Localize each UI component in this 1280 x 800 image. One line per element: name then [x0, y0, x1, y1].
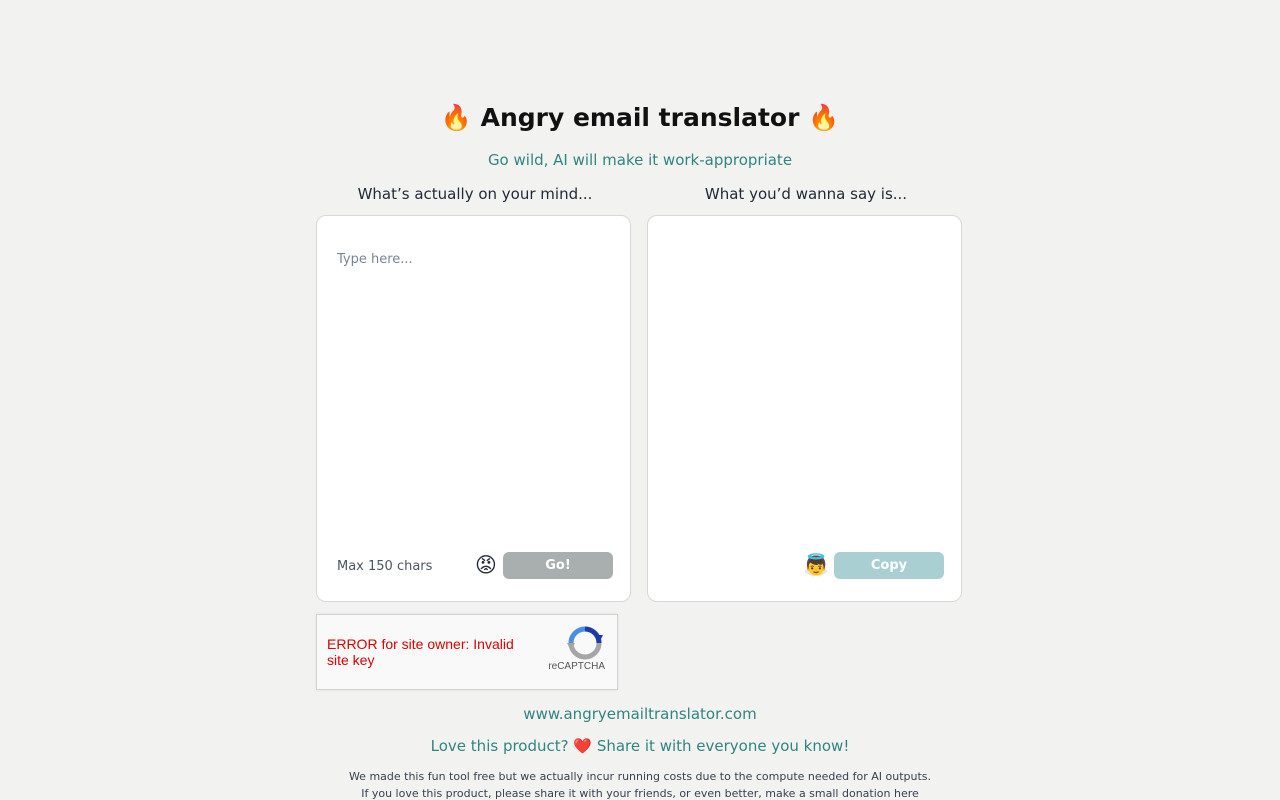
input-panel: Max 150 chars 😡 Go!	[316, 215, 631, 602]
angry-face-icon: 😡	[475, 553, 497, 577]
title-text: Angry email translator	[480, 103, 800, 132]
recaptcha-error: ERROR for site owner: Invalid site key	[327, 636, 514, 668]
max-chars-hint: Max 150 chars	[337, 559, 433, 574]
output-panel: 👼 Copy	[647, 215, 962, 602]
fire-icon-right: 🔥	[808, 103, 840, 132]
donation-note-line-2[interactable]: If you love this product, please share i…	[0, 785, 1280, 800]
donation-note: We made this fun tool free but we actual…	[0, 768, 1280, 800]
recaptcha-logo-icon	[567, 626, 603, 660]
fire-icon-left: 🔥	[440, 103, 472, 132]
share-line: Love this product? ❤️ Share it with ever…	[0, 736, 1280, 756]
page-subtitle: Go wild, AI will make it work-appropriat…	[487, 151, 793, 169]
heart-icon: ❤️	[573, 737, 593, 755]
recaptcha-widget[interactable]: ERROR for site owner: Invalid site key r…	[316, 614, 618, 690]
angry-text-input[interactable]	[331, 236, 611, 536]
copy-button[interactable]: Copy	[834, 552, 944, 579]
angel-icon: 👼	[803, 553, 830, 577]
site-url: www.angryemailtranslator.com	[0, 704, 1280, 724]
translated-text-output	[662, 236, 942, 536]
page: 🔥 Angry email translator 🔥 Go wild, AI w…	[0, 0, 1280, 800]
share-text-after: Share it with everyone you know!	[592, 737, 850, 755]
output-label: What you’d wanna say is...	[704, 185, 908, 203]
site-url-link[interactable]: www.angryemailtranslator.com	[523, 705, 756, 723]
recaptcha-brand: reCAPTCHA	[548, 661, 605, 672]
donation-note-line-1: We made this fun tool free but we actual…	[348, 770, 932, 783]
page-title: 🔥 Angry email translator 🔥	[0, 100, 1280, 136]
go-button[interactable]: Go!	[503, 552, 613, 579]
input-label: What’s actually on your mind...	[357, 185, 593, 203]
share-text-before: Love this product?	[430, 737, 574, 755]
